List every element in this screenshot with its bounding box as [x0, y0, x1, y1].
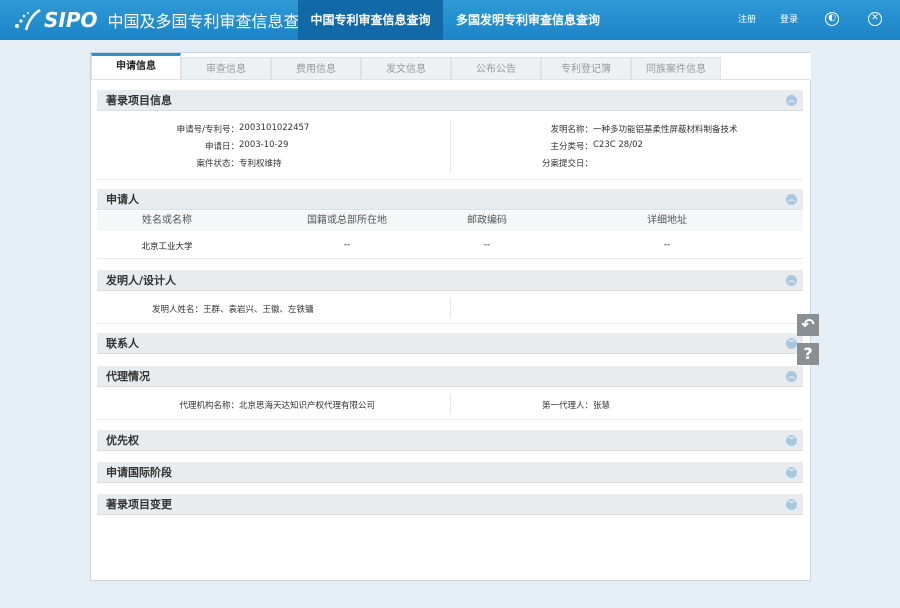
main-class-value: C23C 28/02 — [593, 140, 643, 150]
help-icon[interactable]: ? — [797, 343, 819, 365]
expand-icon[interactable]: ︾ — [786, 435, 797, 446]
inventor-value: 王群、袁岩兴、王徽、左铁镛 — [203, 305, 314, 315]
column-header: 姓名或名称 — [142, 215, 192, 226]
tab-application-info[interactable]: 申请信息 — [91, 53, 181, 80]
collapse-icon[interactable]: ︽ — [786, 194, 797, 205]
status-value: 专利权维持 — [239, 159, 282, 169]
applicant-table-row: 北京工业大学 -- -- -- — [97, 231, 803, 259]
section-biblio-change-header[interactable]: 著录项目变更 ︾ — [97, 494, 803, 515]
section-applicant-header[interactable]: 申请人 ︽ — [97, 189, 803, 210]
section-agency-body: 代理机构名称： 北京思海天达知识产权代理有限公司 第一代理人： 张慧 — [97, 388, 803, 420]
tab-family-cases[interactable]: 同族案件信息 — [631, 57, 721, 80]
invention-name-value: 一种多功能铝基柔性屏蔽材料制备技术 — [593, 125, 738, 135]
applicant-name: 北京工业大学 — [141, 242, 193, 252]
inventor-label: 发明人姓名： — [151, 305, 203, 315]
section-title: 代理情况 — [106, 370, 150, 383]
back-icon[interactable]: ↶ — [797, 314, 819, 336]
nav-china-patent[interactable]: 中国专利审查信息查询 — [298, 0, 443, 40]
applicant-nationality: -- — [343, 240, 351, 250]
info-tabs: 申请信息 审查信息 费用信息 发文信息 公布公告 专利登记簿 同族案件信息 — [91, 53, 811, 80]
applicant-postcode: -- — [483, 240, 491, 250]
app-no-value: 2003101022457 — [239, 123, 310, 133]
agent-label: 第一代理人： — [541, 401, 593, 411]
site-title: 中国及多国专利审查信息查询 — [107, 12, 316, 31]
globe-icon[interactable]: ◐ — [825, 12, 839, 26]
tab-publication[interactable]: 公布公告 — [451, 57, 541, 80]
filing-date-label: 申请日： — [204, 142, 239, 152]
section-inventor-body: 发明人姓名： 王群、袁岩兴、王徽、左铁镛 — [97, 292, 803, 324]
section-title: 申请国际阶段 — [106, 466, 172, 479]
login-link[interactable]: 登录 — [780, 0, 798, 40]
tab-dispatch-info[interactable]: 发文信息 — [361, 57, 451, 80]
invention-name-label: 发明名称： — [550, 125, 593, 135]
section-contact-header[interactable]: 联系人 ︾ — [97, 333, 803, 354]
status-label: 案件状态： — [196, 159, 239, 169]
top-header: SIPO 中国及多国专利审查信息查询 中国专利审查信息查询 多国发明专利审查信息… — [0, 0, 900, 40]
section-priority-header[interactable]: 优先权 ︾ — [97, 430, 803, 451]
section-title: 申请人 — [106, 193, 139, 206]
filing-date-value: 2003-10-29 — [239, 140, 289, 150]
section-title: 优先权 — [106, 434, 139, 447]
applicant-address: -- — [663, 240, 671, 250]
section-title: 著录项目信息 — [106, 94, 172, 107]
sipo-logo-icon — [15, 8, 41, 31]
section-title: 著录项目变更 — [106, 498, 172, 511]
agency-value: 北京思海天达知识产权代理有限公司 — [239, 401, 376, 411]
tab-patent-register[interactable]: 专利登记簿 — [541, 57, 631, 80]
nav-multi-country-patent[interactable]: 多国发明专利审查信息查询 — [443, 0, 613, 40]
tab-fee-info[interactable]: 费用信息 — [271, 57, 361, 80]
app-no-label: 申请号/专利号： — [176, 125, 239, 135]
close-icon[interactable]: ✕ — [868, 12, 882, 26]
tab-examination-info[interactable]: 审查信息 — [181, 57, 271, 80]
section-bibliographic-header[interactable]: 著录项目信息 ︽ — [97, 90, 803, 111]
column-header: 邮政编码 — [467, 215, 507, 226]
collapse-icon[interactable]: ︽ — [786, 95, 797, 106]
section-title: 发明人/设计人 — [106, 274, 177, 287]
main-panel: 申请信息 审查信息 费用信息 发文信息 公布公告 专利登记簿 同族案件信息 著录… — [90, 52, 811, 581]
expand-icon[interactable]: ︾ — [786, 338, 797, 349]
column-header: 国籍或总部所在地 — [307, 215, 387, 226]
expand-icon[interactable]: ︾ — [786, 467, 797, 478]
collapse-icon[interactable]: ︽ — [786, 371, 797, 382]
section-inventor-header[interactable]: 发明人/设计人 ︽ — [97, 270, 803, 291]
logo-text: SIPO — [44, 8, 98, 32]
section-intl-phase-header[interactable]: 申请国际阶段 ︾ — [97, 462, 803, 483]
applicant-table-header: 姓名或名称 国籍或总部所在地 邮政编码 详细地址 — [97, 211, 803, 231]
sipo-logo[interactable]: SIPO 中国及多国专利审查信息查询 — [12, 6, 316, 34]
divisional-date-label: 分案提交日： — [541, 159, 593, 169]
expand-icon[interactable]: ︾ — [786, 499, 797, 510]
section-agency-header[interactable]: 代理情况 ︽ — [97, 366, 803, 387]
main-class-label: 主分类号： — [550, 142, 593, 152]
section-bibliographic-body: 申请号/专利号： 2003101022457 申请日： 2003-10-29 案… — [97, 112, 803, 180]
section-title: 联系人 — [106, 337, 139, 350]
collapse-icon[interactable]: ︽ — [786, 275, 797, 286]
agent-value: 张慧 — [593, 401, 611, 411]
register-link[interactable]: 注册 — [738, 0, 756, 40]
agency-label: 代理机构名称： — [179, 401, 239, 411]
column-header: 详细地址 — [647, 215, 687, 226]
